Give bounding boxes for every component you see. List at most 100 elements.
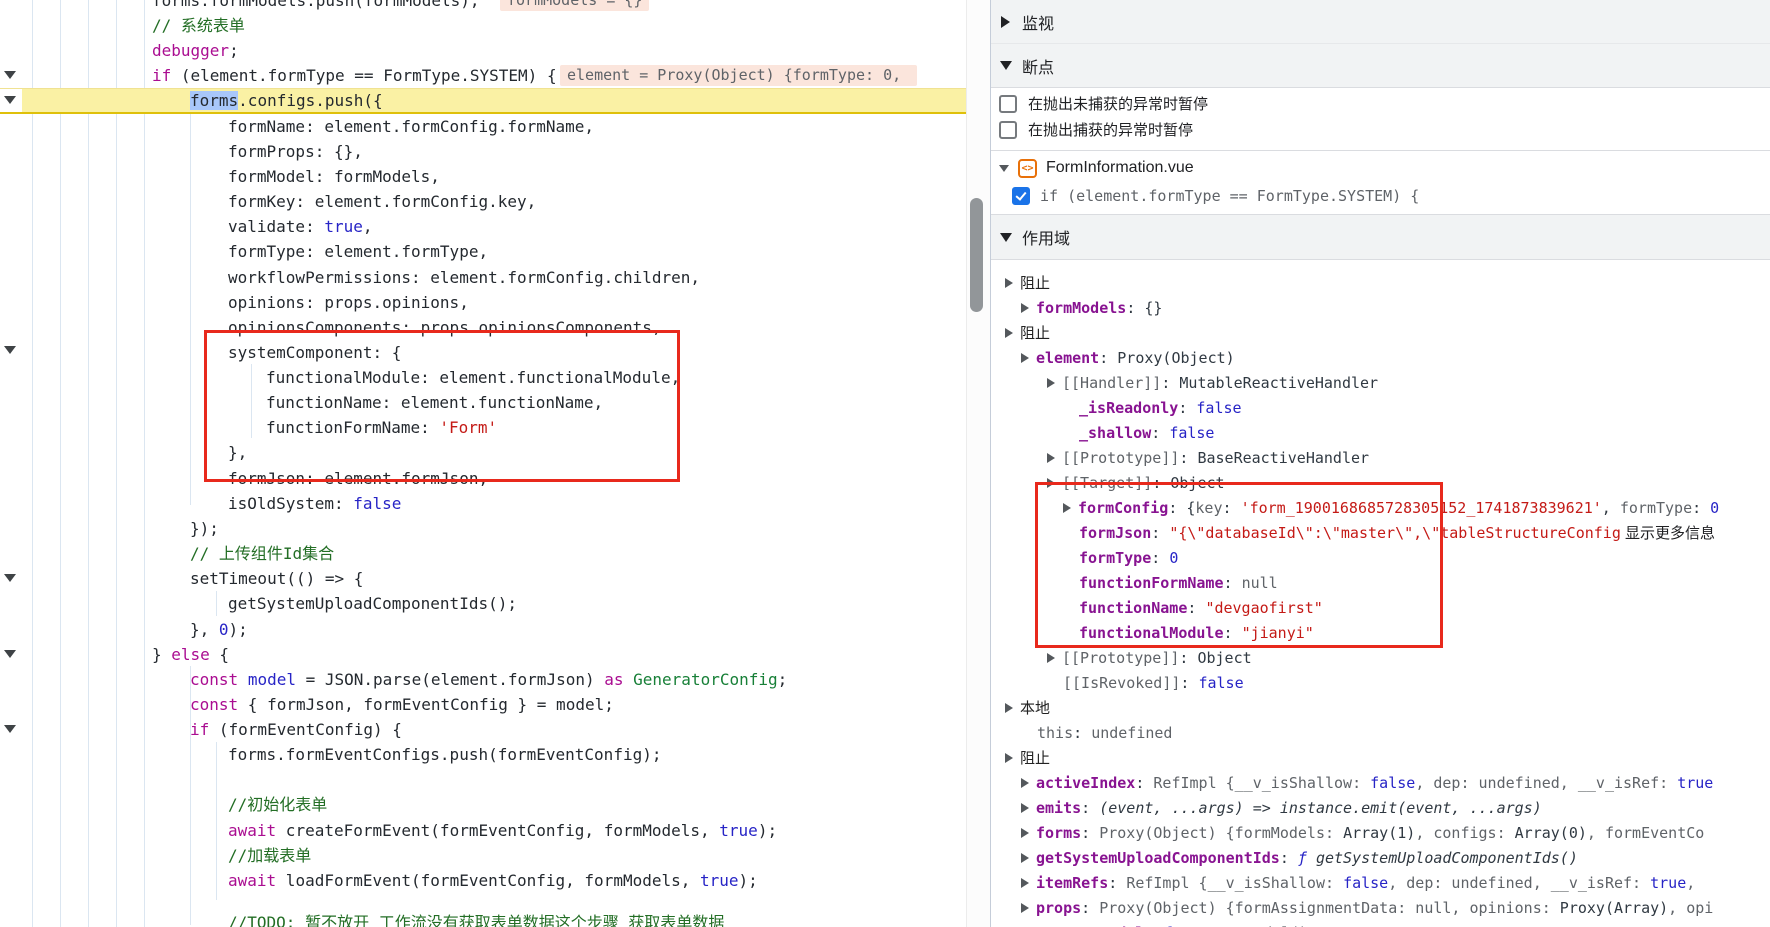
code-fold-arrow-icon[interactable]	[4, 650, 16, 658]
disclosure-triangle-icon[interactable]	[1021, 303, 1029, 313]
code-line[interactable]: const model = JSON.parse(element.formJso…	[0, 667, 966, 692]
code-line[interactable]: } else {	[0, 642, 966, 667]
scope-row[interactable]: forms: Proxy(Object) {formModels: Array(…	[991, 821, 1770, 846]
pause-on-uncaught-checkbox[interactable]	[999, 95, 1017, 113]
code-token: formName: element.formConfig.formName,	[228, 117, 594, 136]
code-token: await	[228, 871, 276, 890]
code-token: true	[324, 217, 363, 236]
scope-value-token: 阻止	[1020, 275, 1050, 292]
scope-value-token: Array(1)	[1343, 824, 1415, 842]
code-line[interactable]: isOldSystem: false	[0, 491, 966, 516]
code-line[interactable]: validate: true,	[0, 214, 966, 239]
scope-row[interactable]: 阻止	[991, 746, 1770, 771]
code-line[interactable]: //初始化表单	[0, 792, 966, 817]
code-token: forms	[190, 91, 238, 110]
code-token: loadFormEvent(formEventConfig, formModel…	[276, 871, 700, 890]
code-token: });	[190, 519, 219, 538]
code-line[interactable]: setTimeout(() => {	[0, 566, 966, 591]
scope-row[interactable]: [[Handler]]: MutableReactiveHandler	[991, 371, 1770, 396]
scope-row[interactable]: 阻止	[991, 271, 1770, 296]
code-line[interactable]: opinions: props.opinions,	[0, 290, 966, 315]
scope-value-token: formType	[1620, 499, 1692, 517]
scope-row[interactable]: activeIndex: RefImpl {__v_isShallow: fal…	[991, 771, 1770, 796]
scope-row[interactable]: [[Prototype]]: BaseReactiveHandler	[991, 446, 1770, 471]
code-fold-arrow-icon[interactable]	[4, 346, 16, 354]
code-token: debugger	[152, 41, 229, 60]
scope-row[interactable]: itemRefs: RefImpl {__v_isShallow: false,…	[991, 871, 1770, 896]
scope-value-token: getSystemUploadComponentIds()	[1316, 849, 1578, 867]
scope-value-token: itemRefs	[1036, 874, 1108, 892]
disclosure-triangle-icon[interactable]	[1005, 753, 1013, 763]
show-more-link[interactable]: 显示更多信息	[1621, 525, 1715, 542]
scope-row[interactable]: props: Proxy(Object) {formAssignmentData…	[991, 896, 1770, 921]
scope-value-token: : Proxy(Object)	[1099, 349, 1234, 367]
scope-value-token: , dep: undefined, __v_isRef:	[1415, 774, 1677, 792]
scope-row[interactable]: getSystemUploadComponentIds: ƒ getSystem…	[991, 846, 1770, 871]
code-line[interactable]: formName: element.formConfig.formName,	[0, 114, 966, 139]
disclosure-triangle-icon[interactable]	[1021, 778, 1029, 788]
code-token: GeneratorConfig	[633, 670, 778, 689]
disclosure-triangle-icon[interactable]	[1005, 328, 1013, 338]
breakpoint-entry[interactable]: if (element.formType == FormType.SYSTEM)…	[1012, 182, 1419, 210]
code-line[interactable]: // 系统表单	[0, 13, 966, 38]
code-line[interactable]: }, 0);	[0, 617, 966, 642]
code-fold-arrow-icon[interactable]	[4, 96, 16, 104]
scope-section-header[interactable]: 作用域	[991, 214, 1770, 260]
disclosure-triangle-icon[interactable]	[1005, 278, 1013, 288]
code-line[interactable]: forms.formModels.push(formModels);formMo…	[0, 0, 966, 13]
code-line[interactable]: debugger;	[0, 38, 966, 63]
code-line[interactable]: const { formJson, formEventConfig } = mo…	[0, 692, 966, 717]
code-line[interactable]: });	[0, 516, 966, 541]
code-line[interactable]: await createFormEvent(formEventConfig, f…	[0, 818, 966, 843]
watch-section-header[interactable]: 监视	[991, 0, 1770, 44]
scope-row[interactable]: element: Proxy(Object)	[991, 346, 1770, 371]
scope-value-token: false	[1196, 399, 1241, 417]
scope-row[interactable]: setFormModel: ƒ setFormModel()	[991, 921, 1770, 927]
code-token: ,	[363, 217, 373, 236]
scope-row[interactable]: formModels: {}	[991, 296, 1770, 321]
code-line[interactable]: getSystemUploadComponentIds();	[0, 591, 966, 616]
disclosure-triangle-icon[interactable]	[1021, 878, 1029, 888]
pause-on-caught-checkbox[interactable]	[999, 121, 1017, 139]
disclosure-triangle-icon[interactable]	[1021, 803, 1029, 813]
breakpoint-enabled-checkbox[interactable]	[1012, 187, 1030, 205]
disclosure-triangle-icon[interactable]	[1021, 853, 1029, 863]
scope-row[interactable]: [[Prototype]]: Object	[991, 646, 1770, 671]
scope-value-token: :	[1280, 849, 1298, 867]
breakpoints-section-header[interactable]: 断点	[991, 44, 1770, 88]
code-line[interactable]: await loadFormEvent(formEventConfig, for…	[0, 868, 966, 893]
code-line[interactable]: workflowPermissions: element.formConfig.…	[0, 265, 966, 290]
editor-scrollbar-track[interactable]	[966, 0, 991, 927]
breakpoint-file-group[interactable]: <> FormInformation.vue	[999, 153, 1194, 183]
scope-row[interactable]: emits: (event, ...args) => instance.emit…	[991, 796, 1770, 821]
disclosure-triangle-icon[interactable]	[1047, 653, 1055, 663]
code-line[interactable]: formProps: {},	[0, 139, 966, 164]
code-line[interactable]: formKey: element.formConfig.key,	[0, 189, 966, 214]
code-line[interactable]: // 上传组件Id集合	[0, 541, 966, 566]
code-line[interactable]: if (formEventConfig) {	[0, 717, 966, 742]
code-token: getSystemUploadComponentIds();	[228, 594, 517, 613]
code-line[interactable]: formType: element.formType,	[0, 239, 966, 264]
code-fold-arrow-icon[interactable]	[4, 574, 16, 582]
disclosure-triangle-icon[interactable]	[1047, 378, 1055, 388]
disclosure-triangle-icon[interactable]	[1021, 828, 1029, 838]
scope-value-token: 本地	[1020, 700, 1050, 717]
code-file-icon: <>	[1018, 159, 1037, 178]
code-line[interactable]: if (element.formType == FormType.SYSTEM)…	[0, 63, 966, 88]
code-fold-arrow-icon[interactable]	[4, 725, 16, 733]
disclosure-triangle-icon[interactable]	[1047, 453, 1055, 463]
code-line[interactable]: forms.configs.push({	[0, 88, 966, 114]
disclosure-triangle-icon[interactable]	[1005, 703, 1013, 713]
disclosure-triangle-icon[interactable]	[1021, 353, 1029, 363]
scope-value-token: emits	[1036, 799, 1081, 817]
code-line[interactable]: //TODO: 暂不放开 工作流没有获取表单数据这个步骤 获取表单数据	[0, 910, 966, 927]
code-line[interactable]: forms.formEventConfigs.push(formEventCon…	[0, 742, 966, 767]
scope-row[interactable]: 阻止	[991, 321, 1770, 346]
scope-row[interactable]: 本地	[991, 696, 1770, 721]
code-line[interactable]: formModel: formModels,	[0, 164, 966, 189]
editor-scrollbar-thumb[interactable]	[970, 198, 983, 312]
scope-value-token: , configs:	[1415, 824, 1514, 842]
code-fold-arrow-icon[interactable]	[4, 71, 16, 79]
disclosure-triangle-icon[interactable]	[1021, 903, 1029, 913]
code-line[interactable]: //加载表单	[0, 843, 966, 868]
